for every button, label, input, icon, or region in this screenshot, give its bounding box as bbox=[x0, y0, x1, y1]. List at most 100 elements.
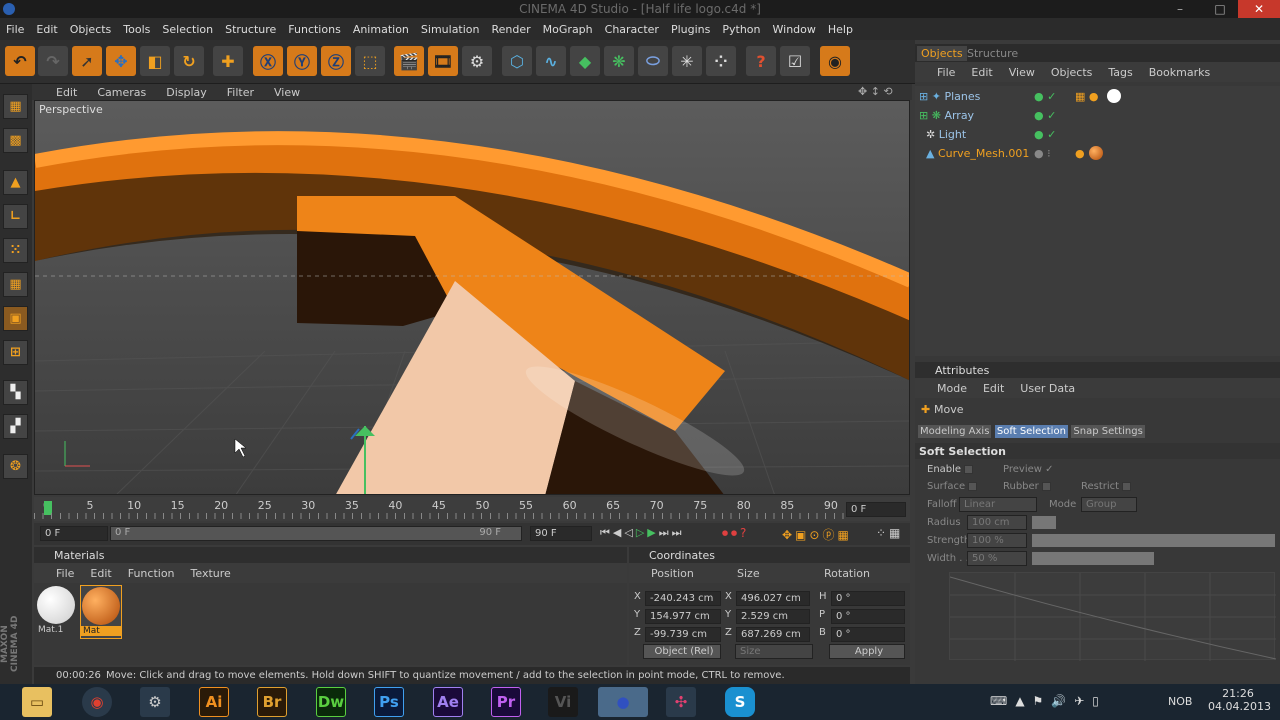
mode-select[interactable]: Group bbox=[1081, 497, 1137, 512]
menu-help[interactable]: Help bbox=[822, 23, 859, 36]
render-settings-icon[interactable]: ⚙ bbox=[462, 46, 492, 76]
menu-edit[interactable]: Edit bbox=[30, 23, 63, 36]
points-mode-icon[interactable]: ⁙ bbox=[3, 238, 28, 263]
om-menu-tags[interactable]: Tags bbox=[1100, 66, 1140, 79]
layout-icon[interactable]: ◉ bbox=[820, 46, 850, 76]
chrome-icon[interactable]: ◉ bbox=[82, 687, 112, 717]
scene-icon[interactable]: ✳ bbox=[672, 46, 702, 76]
x-axis-icon[interactable]: Ⓧ bbox=[253, 46, 283, 76]
model-mode-icon[interactable]: ▦ bbox=[3, 94, 28, 119]
menu-plugins[interactable]: Plugins bbox=[665, 23, 716, 36]
material-swatch[interactable]: Mat.1 bbox=[36, 585, 76, 639]
mat-menu-file[interactable]: File bbox=[48, 567, 82, 580]
spline-icon[interactable]: ∿ bbox=[536, 46, 566, 76]
surface-checkbox[interactable]: Surface bbox=[927, 481, 978, 492]
app-grid-icon[interactable]: ✣ bbox=[666, 687, 696, 717]
tab-soft-selection[interactable]: Soft Selection bbox=[994, 425, 1068, 438]
after-effects-icon[interactable]: Ae bbox=[433, 687, 463, 717]
enable-snap-icon[interactable]: ▞ bbox=[3, 414, 28, 439]
menu-character[interactable]: Character bbox=[599, 23, 665, 36]
menu-structure[interactable]: Structure bbox=[219, 23, 282, 36]
tab-objects[interactable]: Objects bbox=[917, 46, 967, 61]
redo-icon[interactable]: ↷ bbox=[38, 46, 68, 76]
mat-menu-texture[interactable]: Texture bbox=[183, 567, 239, 580]
scale-icon[interactable]: ◧ bbox=[140, 46, 170, 76]
record-controls[interactable]: ⏺⏺? bbox=[722, 526, 749, 541]
vp-menu-display[interactable]: Display bbox=[156, 86, 217, 99]
position-field[interactable]: -240.243 cm bbox=[645, 591, 721, 606]
mat-menu-edit[interactable]: Edit bbox=[82, 567, 119, 580]
bridge-icon[interactable]: Br bbox=[257, 687, 287, 717]
deformer-icon[interactable]: ⬭ bbox=[638, 46, 668, 76]
width-field[interactable]: 50 % bbox=[967, 551, 1027, 566]
end-frame-field[interactable]: 90 F bbox=[530, 526, 592, 541]
strength-field[interactable]: 100 % bbox=[967, 533, 1027, 548]
tray-clock[interactable]: 21:26 04.04.2013 bbox=[1208, 687, 1271, 713]
help-icon[interactable]: ? bbox=[746, 46, 776, 76]
coord-mode-select[interactable]: Object (Rel) bbox=[643, 644, 721, 659]
size-field[interactable]: 2.529 cm bbox=[736, 609, 810, 624]
vp-menu-filter[interactable]: Filter bbox=[217, 86, 264, 99]
tab-snap-settings[interactable]: Snap Settings bbox=[1071, 425, 1145, 438]
menu-simulation[interactable]: Simulation bbox=[415, 23, 486, 36]
om-menu-file[interactable]: File bbox=[929, 66, 963, 79]
size-field[interactable]: 687.269 cm bbox=[736, 627, 810, 642]
rotation-field[interactable]: 0 ° bbox=[831, 591, 905, 606]
coordinate-system-icon[interactable]: ⬚ bbox=[355, 46, 385, 76]
render-picture-viewer-icon[interactable]: 🎞 bbox=[428, 46, 458, 76]
radius-slider[interactable] bbox=[1032, 516, 1056, 529]
timeline[interactable]: 051015202530354045505560657075808590 0 F bbox=[34, 497, 910, 521]
apply-button[interactable]: Apply bbox=[829, 644, 905, 659]
attr-menu-mode[interactable]: Mode bbox=[929, 382, 975, 395]
z-axis-icon[interactable]: Ⓩ bbox=[321, 46, 351, 76]
premiere-icon[interactable]: Pr bbox=[491, 687, 521, 717]
menu-window[interactable]: Window bbox=[767, 23, 822, 36]
radius-field[interactable]: 100 cm bbox=[967, 515, 1027, 530]
polygons-mode-icon[interactable]: ▣ bbox=[3, 306, 28, 331]
width-slider[interactable] bbox=[1032, 552, 1154, 565]
explorer-icon[interactable]: ▭ bbox=[22, 687, 52, 717]
cube-icon[interactable]: ⬡ bbox=[502, 46, 532, 76]
tab-modeling-axis[interactable]: Modeling Axis bbox=[918, 425, 992, 438]
viewport-perspective[interactable]: Perspective bbox=[34, 100, 910, 495]
attr-menu-edit[interactable]: Edit bbox=[975, 382, 1012, 395]
move-icon[interactable]: ✥ bbox=[106, 46, 136, 76]
mat-menu-function[interactable]: Function bbox=[120, 567, 183, 580]
rotation-field[interactable]: 0 ° bbox=[831, 627, 905, 642]
restrict-checkbox[interactable]: Restrict bbox=[1081, 481, 1132, 492]
object-item-light[interactable]: ✲ Light ● ✓ bbox=[919, 128, 1279, 144]
rubber-checkbox[interactable]: Rubber bbox=[1003, 481, 1051, 492]
position-field[interactable]: 154.977 cm bbox=[645, 609, 721, 624]
menu-python[interactable]: Python bbox=[716, 23, 766, 36]
current-frame-field[interactable]: 0 F bbox=[846, 502, 906, 517]
media-app-icon[interactable]: Vi bbox=[548, 687, 578, 717]
menu-selection[interactable]: Selection bbox=[156, 23, 219, 36]
menu-tools[interactable]: Tools bbox=[117, 23, 156, 36]
rotate-icon[interactable]: ↻ bbox=[174, 46, 204, 76]
object-item-planes[interactable]: ⊞ ✦ Planes ● ✓ ▦ ● bbox=[919, 89, 1279, 106]
om-menu-edit[interactable]: Edit bbox=[963, 66, 1000, 79]
position-field[interactable]: -99.739 cm bbox=[645, 627, 721, 642]
menu-animation[interactable]: Animation bbox=[347, 23, 415, 36]
cinema4d-icon[interactable]: ● bbox=[598, 687, 648, 717]
vp-menu-cameras[interactable]: Cameras bbox=[87, 86, 156, 99]
viewport-scene[interactable] bbox=[35, 101, 910, 495]
dreamweaver-icon[interactable]: Dw bbox=[316, 687, 346, 717]
illustrator-icon[interactable]: Ai bbox=[199, 687, 229, 717]
menu-mograph[interactable]: MoGraph bbox=[537, 23, 599, 36]
workplane-icon[interactable]: ▲ bbox=[3, 170, 28, 195]
menu-functions[interactable]: Functions bbox=[282, 23, 347, 36]
y-axis-icon[interactable]: Ⓨ bbox=[287, 46, 317, 76]
rotation-field[interactable]: 0 ° bbox=[831, 609, 905, 624]
checklist-icon[interactable]: ☑ bbox=[780, 46, 810, 76]
size-field[interactable]: 496.027 cm bbox=[736, 591, 810, 606]
coord-size-select[interactable]: Size bbox=[735, 644, 813, 659]
skype-icon[interactable]: S bbox=[725, 687, 755, 717]
menu-render[interactable]: Render bbox=[486, 23, 537, 36]
uv-mode-icon[interactable]: ⊞ bbox=[3, 340, 28, 365]
preview-checkbox[interactable]: Preview ✓ bbox=[1003, 464, 1054, 475]
om-menu-view[interactable]: View bbox=[1001, 66, 1043, 79]
material-swatch[interactable]: Mat bbox=[80, 585, 122, 639]
timeline-options[interactable]: ⁘▦ bbox=[876, 526, 903, 540]
tray-icons[interactable]: ⌨▲⚑🔊✈▯ bbox=[990, 694, 1107, 708]
